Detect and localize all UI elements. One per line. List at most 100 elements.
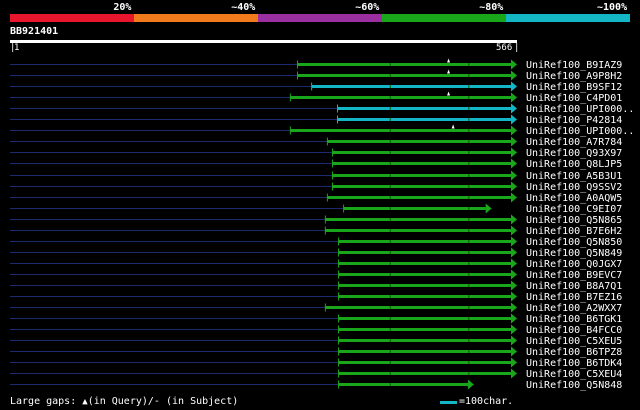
hit-label[interactable]: UniRef100_UPI000.. <box>526 104 634 115</box>
hit-alignment-bar[interactable] <box>338 328 511 331</box>
hit-arrow-icon <box>511 181 517 192</box>
hit-alignment-bar[interactable] <box>325 229 511 232</box>
hit-row[interactable]: UniRef100_Q5N865 <box>10 214 622 227</box>
hit-label[interactable]: UniRef100_A9P8H2 <box>526 71 622 82</box>
hit-label[interactable]: UniRef100_B7EZ16 <box>526 292 622 303</box>
hit-alignment-bar[interactable] <box>327 140 511 143</box>
hit-label[interactable]: UniRef100_B6TDK4 <box>526 358 622 369</box>
hit-arrow-icon <box>511 368 517 379</box>
hit-row[interactable]: UniRef100_Q9SSV2 <box>10 181 622 194</box>
hit-label[interactable]: UniRef100_C5XEU5 <box>526 336 622 347</box>
hit-row[interactable]: UniRef100_Q93X97 <box>10 147 622 160</box>
hit-row[interactable]: UniRef100_B6TDK4 <box>10 357 622 370</box>
hit-label[interactable]: UniRef100_B4FCC0 <box>526 325 622 336</box>
hit-alignment-bar[interactable] <box>327 196 511 199</box>
hit-row[interactable]: UniRef100_A2WXX7 <box>10 302 622 315</box>
hit-alignment-bar[interactable] <box>332 162 511 165</box>
hit-row[interactable]: UniRef100_UPI000.. <box>10 124 634 138</box>
hit-alignment-bar[interactable] <box>338 240 511 243</box>
hit-alignment-bar[interactable] <box>297 74 511 77</box>
hit-alignment-bar[interactable] <box>338 284 511 287</box>
hit-alignment-bar[interactable] <box>338 251 511 254</box>
hit-label[interactable]: UniRef100_Q5N848 <box>526 380 622 391</box>
hit-row[interactable]: UniRef100_C5XEU4 <box>10 368 622 381</box>
hit-row[interactable]: UniRef100_B9SF12 <box>10 81 622 94</box>
hit-row[interactable]: UniRef100_B6TGK1 <box>10 313 622 326</box>
hit-alignment-bar[interactable] <box>332 185 511 188</box>
hit-arrow-icon <box>467 379 474 390</box>
hit-alignment-bar[interactable] <box>338 383 468 386</box>
hit-row[interactable]: UniRef100_UPI000.. <box>10 103 634 116</box>
hit-row[interactable]: UniRef100_A7R784 <box>10 136 622 149</box>
hit-alignment-bar[interactable] <box>343 207 486 210</box>
hit-label[interactable]: UniRef100_B9IAZ9 <box>526 60 622 71</box>
hit-row[interactable]: UniRef100_Q5N850 <box>10 236 622 249</box>
hit-label[interactable]: UniRef100_A7R784 <box>526 137 622 148</box>
hit-arrow-icon <box>511 125 517 136</box>
hit-row[interactable]: UniRef100_A5B3U1 <box>10 170 622 183</box>
hit-alignment-bar[interactable] <box>337 118 511 121</box>
hit-alignment-bar[interactable] <box>290 96 511 99</box>
hit-alignment-bar[interactable] <box>290 129 511 132</box>
hit-label[interactable]: UniRef100_C9EI07 <box>526 204 622 215</box>
hit-alignment-bar[interactable] <box>338 372 511 375</box>
hit-arrow-icon <box>511 214 517 225</box>
hit-row[interactable]: UniRef100_B7E6H2 <box>10 225 622 238</box>
hit-alignment-bar[interactable] <box>297 63 511 66</box>
hit-row[interactable]: UniRef100_B8A7Q1 <box>10 280 622 293</box>
hit-label[interactable]: UniRef100_A2WXX7 <box>526 303 622 314</box>
hit-row[interactable]: UniRef100_A9P8H2 <box>10 69 622 83</box>
hit-alignment-bar[interactable] <box>325 306 511 309</box>
hit-row[interactable]: UniRef100_Q0JGX7 <box>10 258 622 271</box>
subject-gap-marker-icon: - <box>153 396 160 407</box>
hit-row[interactable]: UniRef100_B9EVC7 <box>10 269 622 282</box>
hit-alignment-bar[interactable] <box>338 273 511 276</box>
hit-alignment-bar[interactable] <box>311 85 511 88</box>
hit-alignment-bar[interactable] <box>338 350 511 353</box>
hit-alignment-bar[interactable] <box>338 295 511 298</box>
hit-arrow-icon <box>511 114 517 125</box>
hit-arrow-icon <box>511 225 517 236</box>
hit-alignment-bar[interactable] <box>338 361 511 364</box>
query-gap-marker-icon <box>447 69 451 74</box>
hit-label[interactable]: UniRef100_Q5N850 <box>526 237 622 248</box>
hit-alignment-bar[interactable] <box>338 339 511 342</box>
hit-alignment-bar[interactable] <box>338 317 511 320</box>
hit-label[interactable]: UniRef100_B6TGK1 <box>526 314 622 325</box>
hit-label[interactable]: UniRef100_UPI000.. <box>526 126 634 137</box>
hit-label[interactable]: UniRef100_B6TPZ8 <box>526 347 622 358</box>
hit-label[interactable]: UniRef100_Q8LJP5 <box>526 159 622 170</box>
hit-label[interactable]: UniRef100_A0AQW5 <box>526 193 622 204</box>
hit-row[interactable]: UniRef100_P42814 <box>10 114 622 127</box>
hit-alignment-bar[interactable] <box>338 262 511 265</box>
hit-alignment-bar[interactable] <box>332 174 511 177</box>
hit-alignment-bar[interactable] <box>332 151 511 154</box>
hit-arrow-icon <box>511 346 517 357</box>
hit-label[interactable]: UniRef100_A5B3U1 <box>526 171 622 182</box>
hit-label[interactable]: UniRef100_Q93X97 <box>526 148 622 159</box>
hit-alignment-bar[interactable] <box>325 218 511 221</box>
hit-label[interactable]: UniRef100_B8A7Q1 <box>526 281 622 292</box>
hit-label[interactable]: UniRef100_C5XEU4 <box>526 369 622 380</box>
hit-row[interactable]: UniRef100_C9EI07 <box>10 203 622 216</box>
hit-row[interactable]: UniRef100_A0AQW5 <box>10 192 622 205</box>
hit-label[interactable]: UniRef100_Q5N849 <box>526 248 622 259</box>
hit-row[interactable]: UniRef100_C5XEU5 <box>10 335 622 348</box>
hit-row[interactable]: UniRef100_B9IAZ9 <box>10 58 622 72</box>
hit-row[interactable]: UniRef100_Q5N849 <box>10 247 622 260</box>
hit-row[interactable]: UniRef100_Q8LJP5 <box>10 158 622 171</box>
hit-row[interactable]: UniRef100_Q5N848 <box>10 379 622 392</box>
hit-row[interactable]: UniRef100_B6TPZ8 <box>10 346 622 359</box>
hit-label[interactable]: UniRef100_Q0JGX7 <box>526 259 622 270</box>
hit-label[interactable]: UniRef100_B7E6H2 <box>526 226 622 237</box>
hit-label[interactable]: UniRef100_P42814 <box>526 115 622 126</box>
hit-row[interactable]: UniRef100_C4PD01 <box>10 91 622 105</box>
hit-label[interactable]: UniRef100_Q9SSV2 <box>526 182 622 193</box>
hit-alignment-bar[interactable] <box>337 107 511 110</box>
hit-row[interactable]: UniRef100_B4FCC0 <box>10 324 622 337</box>
hit-label[interactable]: UniRef100_Q5N865 <box>526 215 622 226</box>
hit-label[interactable]: UniRef100_B9SF12 <box>526 82 622 93</box>
hit-label[interactable]: UniRef100_B9EVC7 <box>526 270 622 281</box>
hit-row[interactable]: UniRef100_B7EZ16 <box>10 291 622 304</box>
hit-label[interactable]: UniRef100_C4PD01 <box>526 93 622 104</box>
